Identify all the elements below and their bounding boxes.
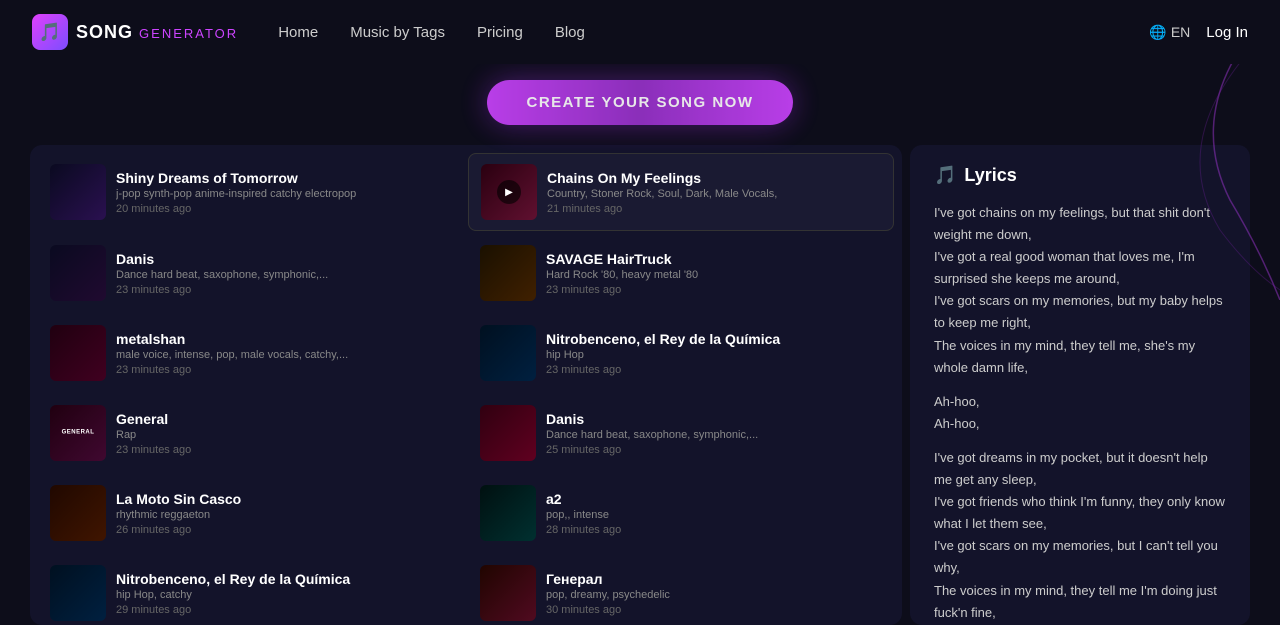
song-card-danis1[interactable]: Danis Dance hard beat, saxophone, sympho…: [38, 235, 464, 311]
lyrics-panel: 🎵 Lyrics I've got chains on my feelings,…: [910, 145, 1250, 625]
song-time: 25 minutes ago: [546, 444, 882, 456]
song-time: 23 minutes ago: [546, 284, 882, 296]
song-thumb-general: GENERAL: [50, 405, 106, 461]
song-card-metalshan[interactable]: metalshan male voice, intense, pop, male…: [38, 315, 464, 391]
song-title: Danis: [116, 251, 452, 267]
song-tags: hip Hop, catchy: [116, 589, 452, 601]
song-info: a2 pop,, intense 28 minutes ago: [546, 491, 882, 536]
lang-label: EN: [1171, 24, 1190, 40]
nav-right: 🌐 EN Log In: [1149, 24, 1248, 41]
song-info: La Moto Sin Casco rhythmic reggaeton 26 …: [116, 491, 452, 536]
logo-song-text: SONG: [76, 22, 133, 42]
logo-icon: 🎵: [32, 14, 68, 50]
song-tags: Dance hard beat, saxophone, symphonic,..…: [116, 269, 452, 281]
create-song-button[interactable]: CREATE YOUR SONG NOW: [487, 80, 794, 125]
song-info: metalshan male voice, intense, pop, male…: [116, 331, 452, 376]
song-tags: Rap: [116, 429, 452, 441]
lyrics-header: 🎵 Lyrics: [934, 165, 1226, 186]
song-card-nitro1[interactable]: Nitrobenceno, el Rey de la Química hip H…: [468, 315, 894, 391]
song-card-moto[interactable]: La Moto Sin Casco rhythmic reggaeton 26 …: [38, 475, 464, 551]
song-card-general2[interactable]: Генерал pop, dreamy, psychedelic 30 minu…: [468, 555, 894, 625]
song-tags: hip Hop: [546, 349, 882, 361]
song-card-general[interactable]: GENERAL General Rap 23 minutes ago: [38, 395, 464, 471]
song-info: Nitrobenceno, el Rey de la Química hip H…: [116, 571, 452, 616]
song-thumb-nitro1: [480, 325, 536, 381]
song-thumb-danis2: [480, 405, 536, 461]
song-title: Shiny Dreams of Tomorrow: [116, 170, 452, 186]
song-card-danis2[interactable]: Danis Dance hard beat, saxophone, sympho…: [468, 395, 894, 471]
song-time: 23 minutes ago: [116, 444, 452, 456]
song-card-shiny-dreams[interactable]: Shiny Dreams of Tomorrow j-pop synth-pop…: [38, 153, 464, 231]
lyrics-title: Lyrics: [964, 165, 1016, 186]
song-title: Chains On My Feelings: [547, 170, 881, 186]
song-title: Генерал: [546, 571, 882, 587]
song-title: a2: [546, 491, 882, 507]
song-time: 29 minutes ago: [116, 604, 452, 616]
song-card-a2[interactable]: a2 pop,, intense 28 minutes ago: [468, 475, 894, 551]
play-overlay: ▶: [481, 164, 537, 220]
nav-home[interactable]: Home: [278, 24, 318, 41]
song-tags: pop, dreamy, psychedelic: [546, 589, 882, 601]
song-thumb-shiny-dreams: [50, 164, 106, 220]
nav-blog[interactable]: Blog: [555, 24, 585, 41]
song-thumb-metalshan: [50, 325, 106, 381]
song-card-nitro2[interactable]: Nitrobenceno, el Rey de la Química hip H…: [38, 555, 464, 625]
song-title: La Moto Sin Casco: [116, 491, 452, 507]
song-info: Chains On My Feelings Country, Stoner Ro…: [547, 170, 881, 215]
lyrics-content: I've got chains on my feelings, but that…: [934, 202, 1226, 625]
logo-gen-text: GENERATOR: [139, 26, 238, 41]
song-card-chains[interactable]: ▶ Chains On My Feelings Country, Stoner …: [468, 153, 894, 231]
nav-pricing[interactable]: Pricing: [477, 24, 523, 41]
song-tags: Dance hard beat, saxophone, symphonic,..…: [546, 429, 882, 441]
song-thumb-nitro2: [50, 565, 106, 621]
song-thumb-moto: [50, 485, 106, 541]
song-title: Nitrobenceno, el Rey de la Química: [546, 331, 882, 347]
song-title: General: [116, 411, 452, 427]
song-tags: pop,, intense: [546, 509, 882, 521]
login-button[interactable]: Log In: [1206, 24, 1248, 41]
song-list: Shiny Dreams of Tomorrow j-pop synth-pop…: [30, 145, 902, 625]
song-title: Danis: [546, 411, 882, 427]
song-tags: Country, Stoner Rock, Soul, Dark, Male V…: [547, 188, 881, 200]
song-time: 23 minutes ago: [116, 284, 452, 296]
music-note-icon: 🎵: [934, 165, 956, 186]
song-time: 21 minutes ago: [547, 203, 881, 215]
main-content: Shiny Dreams of Tomorrow j-pop synth-pop…: [10, 125, 1270, 625]
song-info: Danis Dance hard beat, saxophone, sympho…: [546, 411, 882, 456]
song-time: 28 minutes ago: [546, 524, 882, 536]
song-info: SAVAGE HairTruck Hard Rock '80, heavy me…: [546, 251, 882, 296]
song-info: Nitrobenceno, el Rey de la Química hip H…: [546, 331, 882, 376]
song-thumb-general2: [480, 565, 536, 621]
nav-links: Home Music by Tags Pricing Blog: [278, 24, 1149, 41]
logo[interactable]: 🎵 SONG GENERATOR: [32, 14, 238, 50]
play-circle: ▶: [497, 180, 521, 204]
song-info: Danis Dance hard beat, saxophone, sympho…: [116, 251, 452, 296]
globe-icon: 🌐: [1149, 24, 1166, 41]
song-thumb-chains: ▶: [481, 164, 537, 220]
nav-music-by-tags[interactable]: Music by Tags: [350, 24, 445, 41]
song-title: metalshan: [116, 331, 452, 347]
song-thumb-danis1: [50, 245, 106, 301]
song-info: General Rap 23 minutes ago: [116, 411, 452, 456]
song-time: 23 minutes ago: [546, 364, 882, 376]
language-button[interactable]: 🌐 EN: [1149, 24, 1190, 41]
song-thumb-savage: [480, 245, 536, 301]
song-tags: j-pop synth-pop anime-inspired catchy el…: [116, 188, 452, 200]
song-info: Генерал pop, dreamy, psychedelic 30 minu…: [546, 571, 882, 616]
song-time: 20 minutes ago: [116, 203, 452, 215]
song-tags: rhythmic reggaeton: [116, 509, 452, 521]
song-title: Nitrobenceno, el Rey de la Química: [116, 571, 452, 587]
song-time: 23 minutes ago: [116, 364, 452, 376]
general-label: GENERAL: [62, 429, 95, 436]
cta-wrapper: CREATE YOUR SONG NOW: [0, 80, 1280, 125]
song-thumb-a2: [480, 485, 536, 541]
song-card-savage[interactable]: SAVAGE HairTruck Hard Rock '80, heavy me…: [468, 235, 894, 311]
song-time: 30 minutes ago: [546, 604, 882, 616]
song-time: 26 minutes ago: [116, 524, 452, 536]
navbar: 🎵 SONG GENERATOR Home Music by Tags Pric…: [0, 0, 1280, 64]
song-tags: Hard Rock '80, heavy metal '80: [546, 269, 882, 281]
song-info: Shiny Dreams of Tomorrow j-pop synth-pop…: [116, 170, 452, 215]
song-title: SAVAGE HairTruck: [546, 251, 882, 267]
song-tags: male voice, intense, pop, male vocals, c…: [116, 349, 452, 361]
